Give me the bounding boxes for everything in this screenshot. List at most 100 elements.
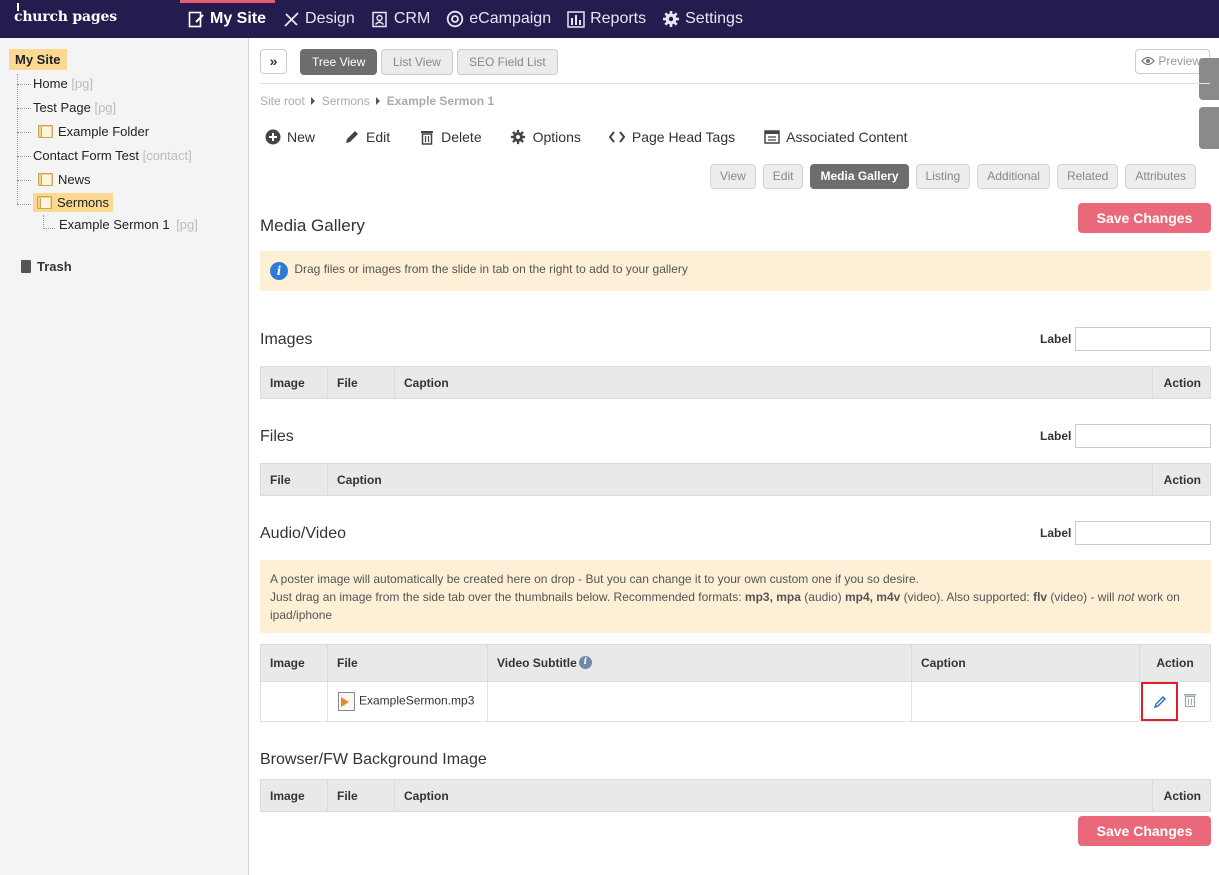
cell-video-subtitle[interactable] bbox=[487, 681, 912, 722]
save-changes-button-bottom[interactable]: Save Changes bbox=[1078, 816, 1211, 846]
design-tools-icon bbox=[282, 10, 300, 28]
folder-icon bbox=[38, 125, 53, 138]
trash-icon bbox=[1184, 694, 1197, 708]
breadcrumb-site-root[interactable]: Site root bbox=[260, 94, 305, 108]
media-slide-tab[interactable] bbox=[1199, 58, 1219, 100]
tree-item-news[interactable]: News bbox=[38, 172, 91, 187]
cell-caption[interactable] bbox=[911, 681, 1140, 722]
nav-reports[interactable]: Reports bbox=[560, 0, 655, 38]
col-action: Action bbox=[1152, 463, 1211, 496]
files-slide-tab[interactable] bbox=[1199, 107, 1219, 149]
images-label-text: Label bbox=[1040, 332, 1072, 346]
background-section-title: Browser/FW Background Image bbox=[260, 751, 487, 768]
options-button[interactable]: Options bbox=[510, 128, 581, 145]
tab-edit[interactable]: Edit bbox=[762, 164, 804, 189]
col-action: Action bbox=[1152, 779, 1211, 812]
edit-item-button[interactable] bbox=[1141, 682, 1178, 721]
main-content: » Tree View List View SEO Field List Pre… bbox=[249, 38, 1219, 875]
nav-label: Design bbox=[305, 10, 355, 27]
top-navbar: church pages My Site Design CRM eCampaig… bbox=[0, 0, 1219, 38]
breadcrumb-current: Example Sermon 1 bbox=[386, 94, 495, 108]
files-label-text: Label bbox=[1040, 429, 1072, 443]
tab-media-gallery[interactable]: Media Gallery bbox=[810, 164, 909, 189]
eye-icon bbox=[1141, 54, 1155, 68]
tree-item-contact-form-test[interactable]: Contact Form Test [contact] bbox=[33, 148, 192, 163]
gear-icon bbox=[510, 128, 527, 145]
list-window-icon bbox=[763, 128, 780, 145]
audio-video-section-title: Audio/Video bbox=[260, 525, 346, 542]
nav-label: CRM bbox=[393, 10, 431, 27]
tree-item-home[interactable]: Home [pg] bbox=[33, 76, 93, 91]
audio-file-icon bbox=[338, 692, 355, 711]
nav-label: My Site bbox=[210, 10, 267, 27]
contacts-icon bbox=[371, 10, 389, 28]
new-button[interactable]: New bbox=[264, 128, 315, 145]
associated-content-button[interactable]: Associated Content bbox=[763, 128, 908, 145]
tab-attributes[interactable]: Attributes bbox=[1125, 164, 1197, 189]
tab-view[interactable]: View bbox=[710, 164, 756, 189]
tree-item-label-selected: Example Sermon 1 bbox=[59, 217, 170, 232]
tab-additional[interactable]: Additional bbox=[977, 164, 1050, 189]
tree-item-example-sermon-1[interactable]: Example Sermon 1 [pg] bbox=[56, 217, 198, 232]
code-brackets-icon bbox=[609, 128, 626, 145]
nav-label: Settings bbox=[685, 10, 743, 27]
nav-settings[interactable]: Settings bbox=[655, 0, 752, 38]
audio-video-table: Image File Video Subtitle i Caption Actio… bbox=[260, 644, 1211, 722]
tree-root-my-site[interactable]: My Site bbox=[9, 49, 67, 70]
cell-file: ExampleSermon.mp3 bbox=[327, 681, 488, 722]
nav-ecampaign[interactable]: eCampaign bbox=[439, 0, 560, 38]
list-view-button[interactable]: List View bbox=[381, 49, 453, 75]
cell-image[interactable] bbox=[260, 681, 328, 722]
help-icon[interactable]: i bbox=[578, 656, 592, 669]
cell-action bbox=[1139, 681, 1211, 722]
col-caption: Caption bbox=[911, 644, 1140, 682]
col-caption: Caption bbox=[394, 779, 1153, 812]
page-edit-icon bbox=[187, 10, 205, 28]
seo-field-list-button[interactable]: SEO Field List bbox=[457, 49, 558, 75]
col-caption: Caption bbox=[327, 463, 1153, 496]
gear-icon bbox=[662, 10, 680, 28]
delete-item-button[interactable] bbox=[1183, 692, 1197, 711]
page-title: Media Gallery bbox=[260, 216, 365, 235]
page-actions: New Edit Delete Options Page Head Tags A… bbox=[264, 128, 936, 145]
nav-design[interactable]: Design bbox=[275, 0, 364, 38]
page-head-tags-button[interactable]: Page Head Tags bbox=[609, 128, 735, 145]
col-file: File bbox=[327, 644, 488, 682]
delete-button[interactable]: Delete bbox=[418, 128, 482, 145]
tab-related[interactable]: Related bbox=[1056, 164, 1119, 189]
images-section-title: Images bbox=[260, 331, 313, 348]
expand-sidebar-button[interactable]: » bbox=[260, 49, 287, 74]
col-file: File bbox=[327, 366, 395, 399]
edit-button[interactable]: Edit bbox=[343, 128, 390, 145]
logo[interactable]: church pages bbox=[14, 3, 117, 25]
breadcrumb-sermons[interactable]: Sermons bbox=[322, 94, 370, 108]
audio-label-input[interactable] bbox=[1075, 521, 1211, 545]
tree-item-test-page[interactable]: Test Page [pg] bbox=[33, 100, 116, 115]
tree-item-sermons[interactable]: Sermons bbox=[33, 193, 114, 212]
main-nav: My Site Design CRM eCampaign Reports Set… bbox=[180, 0, 752, 38]
col-file: File bbox=[260, 463, 328, 496]
audio-label-text: Label bbox=[1040, 526, 1072, 540]
images-label-input[interactable] bbox=[1075, 327, 1211, 351]
files-table: File Caption Action bbox=[260, 463, 1211, 496]
nav-label: Reports bbox=[590, 10, 647, 27]
breadcrumb: Site root Sermons Example Sermon 1 bbox=[260, 94, 494, 108]
col-action: Action bbox=[1152, 366, 1211, 399]
images-table: Image File Caption Action bbox=[260, 366, 1211, 399]
gallery-info-notice: i Drag files or images from the slide in… bbox=[260, 251, 1211, 291]
col-action: Action bbox=[1139, 644, 1211, 682]
files-label-input[interactable] bbox=[1075, 424, 1211, 448]
col-image: Image bbox=[260, 644, 328, 682]
nav-my-site[interactable]: My Site bbox=[180, 0, 276, 38]
trash-item[interactable]: Trash bbox=[21, 259, 72, 274]
save-changes-button-top[interactable]: Save Changes bbox=[1078, 203, 1211, 233]
trash-icon bbox=[418, 128, 435, 145]
nav-crm[interactable]: CRM bbox=[364, 0, 439, 38]
tree-item-example-folder[interactable]: Example Folder bbox=[38, 124, 149, 139]
col-image: Image bbox=[260, 779, 328, 812]
folder-icon bbox=[37, 196, 52, 209]
tree-view-button[interactable]: Tree View bbox=[300, 49, 378, 75]
col-caption: Caption bbox=[394, 366, 1153, 399]
tab-listing[interactable]: Listing bbox=[915, 164, 971, 189]
background-table: Image File Caption Action bbox=[260, 779, 1211, 812]
